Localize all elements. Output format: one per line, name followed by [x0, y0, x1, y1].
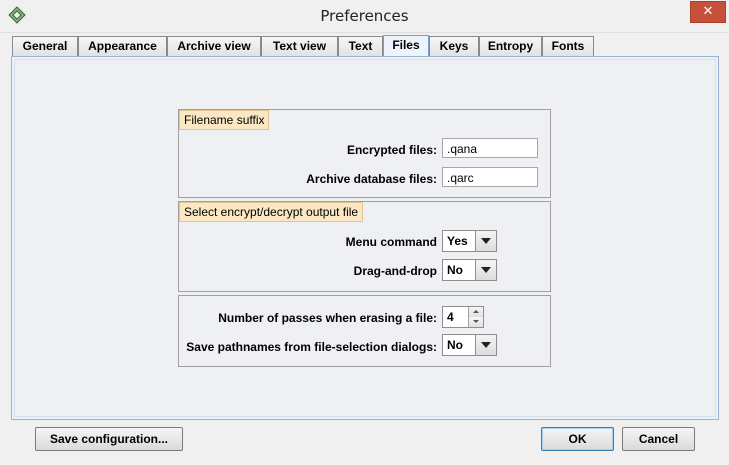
archive-database-files-field[interactable]: .qarc — [442, 167, 538, 187]
drag-and-drop-select[interactable]: No — [442, 259, 497, 281]
archive-database-files-label: Archive database files: — [306, 172, 437, 186]
drag-and-drop-label: Drag-and-drop — [353, 264, 437, 278]
output-file-group: Select encrypt/decrypt output file Menu … — [178, 201, 551, 292]
encrypted-files-label: Encrypted files: — [346, 143, 437, 157]
menu-command-select[interactable]: Yes — [442, 230, 497, 252]
menu-command-label: Menu command — [345, 235, 437, 249]
save-pathnames-value: No — [447, 338, 463, 352]
tab-appearance[interactable]: Appearance — [78, 36, 167, 56]
ok-button[interactable]: OK — [541, 427, 614, 451]
spinner-down-icon[interactable] — [468, 317, 483, 327]
tab-text[interactable]: Text — [338, 36, 383, 56]
files-tab-panel: Filename suffix Encrypted files: .qana A… — [11, 56, 719, 420]
erase-passes-spinner[interactable]: 4 — [442, 306, 484, 328]
tab-entropy[interactable]: Entropy — [479, 36, 542, 56]
output-file-title: Select encrypt/decrypt output file — [179, 202, 364, 222]
chevron-down-icon[interactable] — [475, 335, 496, 355]
save-pathnames-select[interactable]: No — [442, 334, 497, 356]
chevron-down-icon[interactable] — [475, 231, 496, 251]
close-icon: ✕ — [702, 4, 714, 19]
menu-command-value: Yes — [447, 234, 468, 248]
cancel-button[interactable]: Cancel — [622, 427, 695, 451]
title-bar: Preferences ✕ — [0, 0, 729, 33]
tab-general[interactable]: General — [12, 36, 78, 56]
filename-suffix-group: Filename suffix Encrypted files: .qana A… — [178, 109, 551, 198]
encrypted-files-field[interactable]: .qana — [442, 138, 538, 158]
chevron-down-icon[interactable] — [475, 260, 496, 280]
tab-text-view[interactable]: Text view — [261, 36, 338, 56]
tab-archive-view[interactable]: Archive view — [167, 36, 261, 56]
erase-passes-value: 4 — [447, 310, 454, 324]
erase-options-group: Number of passes when erasing a file: 4 … — [178, 295, 551, 367]
filename-suffix-title: Filename suffix — [179, 110, 270, 130]
erase-passes-label: Number of passes when erasing a file: — [218, 311, 437, 325]
close-button[interactable]: ✕ — [690, 1, 726, 23]
window-title: Preferences — [320, 7, 409, 25]
save-pathnames-label: Save pathnames from file-selection dialo… — [186, 340, 437, 354]
save-configuration-button[interactable]: Save configuration... — [35, 427, 183, 451]
tab-files[interactable]: Files — [383, 35, 429, 57]
drag-and-drop-value: No — [447, 263, 463, 277]
tab-fonts[interactable]: Fonts — [542, 36, 594, 56]
tab-keys[interactable]: Keys — [429, 36, 479, 56]
